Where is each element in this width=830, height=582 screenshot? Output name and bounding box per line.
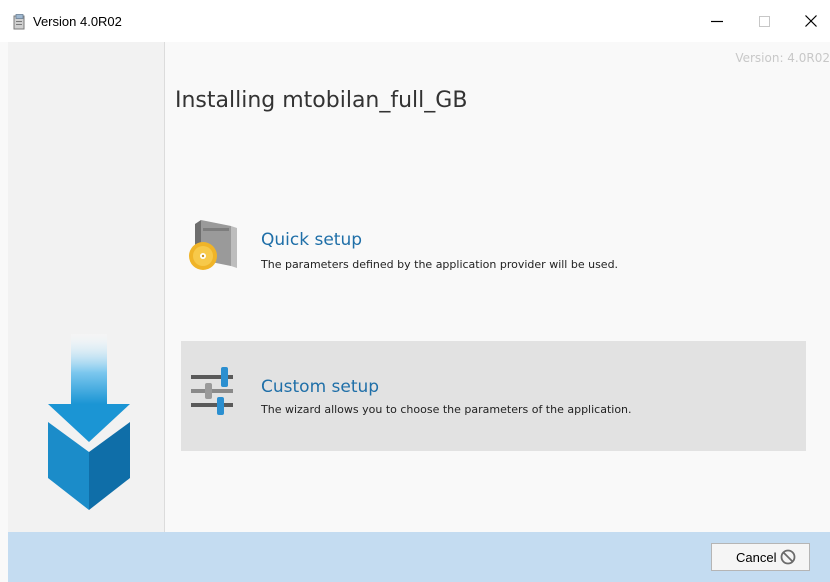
minimize-icon [711, 20, 723, 23]
maximize-button[interactable] [741, 0, 787, 42]
prohibited-icon [780, 549, 796, 565]
close-icon [805, 15, 817, 27]
cancel-button[interactable]: Cancel [711, 543, 810, 571]
left-panel [8, 42, 165, 532]
custom-setup-option[interactable]: Custom setup The wizard allows you to ch… [181, 341, 806, 451]
quick-setup-title: Quick setup [261, 230, 363, 250]
custom-setup-description: The wizard allows you to choose the para… [261, 403, 632, 416]
package-disc-icon [189, 220, 237, 270]
install-arrow-box-icon [48, 334, 130, 510]
installer-app-icon [13, 14, 25, 30]
version-label: Version: 4.0R02 [735, 51, 830, 65]
quick-setup-option[interactable]: Quick setup The parameters defined by th… [181, 196, 806, 306]
quick-setup-description: The parameters defined by the applicatio… [261, 258, 619, 271]
close-button[interactable] [788, 0, 830, 42]
title-bar[interactable]: Version 4.0R02 [0, 0, 830, 42]
cancel-button-label: Cancel [736, 549, 777, 565]
sliders-icon [191, 367, 233, 415]
minimize-button[interactable] [694, 0, 740, 42]
window-title: Version 4.0R02 [33, 14, 122, 29]
installer-window: Version 4.0R02 Version: 4.0R02 Installin… [0, 0, 830, 582]
footer-bar: Cancel [8, 532, 830, 582]
page-title: Installing mtobilan_full_GB [175, 88, 468, 113]
custom-setup-title: Custom setup [261, 377, 380, 397]
maximize-icon [758, 15, 770, 27]
